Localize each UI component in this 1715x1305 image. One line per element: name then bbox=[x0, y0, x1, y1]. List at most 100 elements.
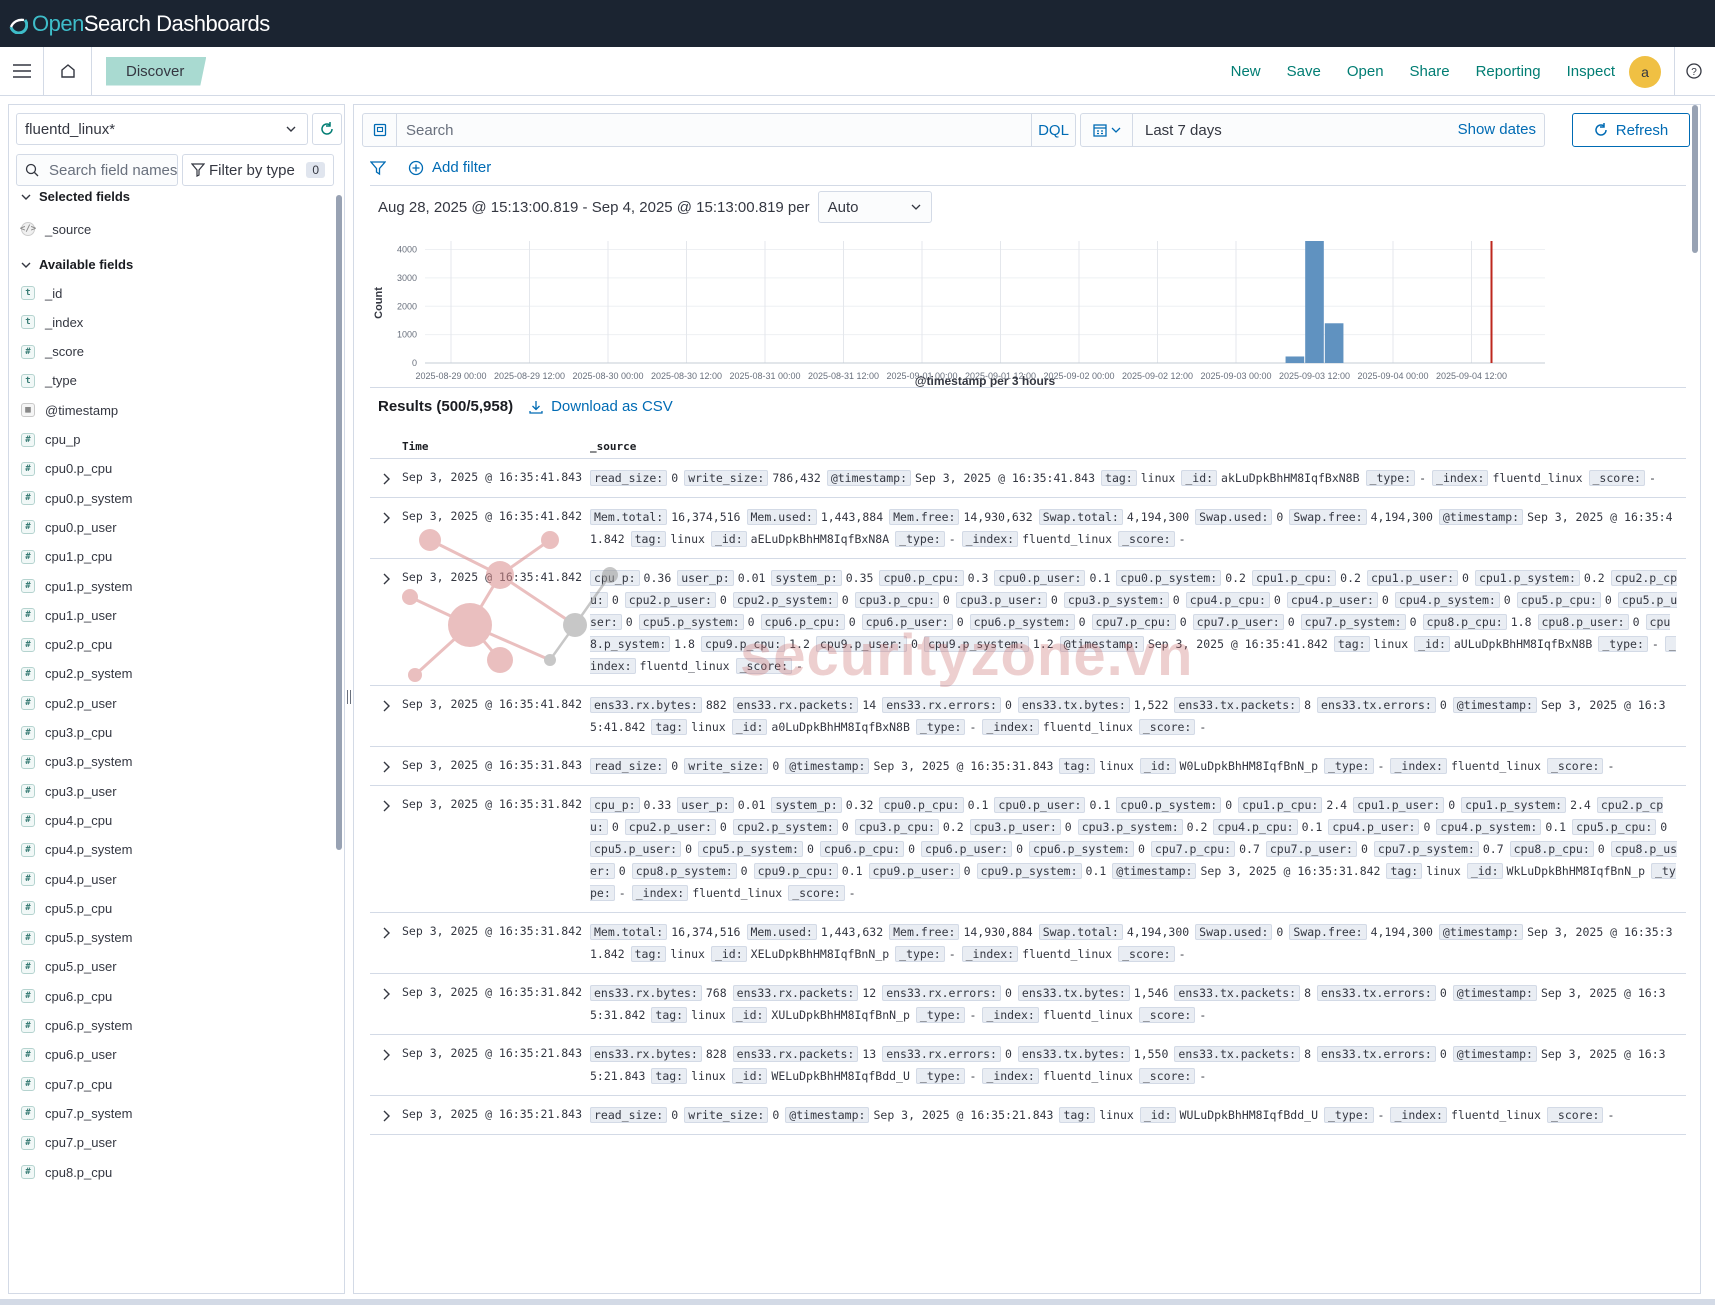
field-item[interactable]: # cpu_p bbox=[21, 429, 80, 451]
user-avatar[interactable]: a bbox=[1629, 56, 1661, 88]
field-item[interactable]: # cpu7.p_cpu bbox=[21, 1073, 112, 1095]
expand-row-icon[interactable] bbox=[378, 986, 394, 1002]
index-pattern-selector[interactable]: fluentd_linux* bbox=[16, 113, 308, 145]
time-range-label[interactable]: Last 7 days bbox=[1145, 122, 1222, 139]
field-item[interactable]: # cpu4.p_user bbox=[21, 868, 117, 890]
quick-select-button[interactable] bbox=[1081, 114, 1133, 146]
app-logo[interactable]: OpenSearch Dashboards bbox=[32, 11, 270, 37]
top-header: OpenSearch Dashboards bbox=[0, 0, 1715, 47]
field-item[interactable]: t _id bbox=[21, 282, 62, 304]
source-field-key: cpu7.p_system: bbox=[1300, 614, 1406, 630]
field-item[interactable]: # cpu0.p_system bbox=[21, 487, 132, 509]
home-button[interactable] bbox=[44, 46, 92, 96]
expand-row-icon[interactable] bbox=[378, 1047, 394, 1063]
source-field-key: cpu3.p_user: bbox=[955, 592, 1047, 608]
download-csv-button[interactable]: Download as CSV bbox=[529, 398, 673, 415]
expand-row-icon[interactable] bbox=[378, 471, 394, 487]
field-item[interactable]: # cpu4.p_cpu bbox=[21, 809, 112, 831]
field-item[interactable]: ▦ @timestamp bbox=[21, 399, 118, 421]
selected-fields-header[interactable]: Selected fields bbox=[21, 189, 130, 204]
table-row[interactable]: Sep 3, 2025 @ 16:35:21.843 read_size: 0 wri… bbox=[370, 1096, 1686, 1135]
main-scrollbar[interactable] bbox=[1692, 105, 1698, 253]
table-row[interactable]: Sep 3, 2025 @ 16:35:31.842 ens33.rx.bytes… bbox=[370, 974, 1686, 1035]
refresh-icon bbox=[321, 122, 333, 135]
table-row[interactable]: Sep 3, 2025 @ 16:35:31.843 read_size: 0 wri… bbox=[370, 747, 1686, 786]
table-row[interactable]: Sep 3, 2025 @ 16:35:41.842 cpu_p: 0.36 user… bbox=[370, 559, 1686, 686]
expand-row-icon[interactable] bbox=[378, 1108, 394, 1124]
source-field-value: fluentd_linux bbox=[1042, 1008, 1133, 1022]
expand-row-icon[interactable] bbox=[378, 510, 394, 526]
interval-select[interactable]: Auto bbox=[817, 191, 932, 223]
field-item[interactable]: # cpu2.p_cpu bbox=[21, 634, 112, 656]
new-link[interactable]: New bbox=[1231, 63, 1261, 80]
expand-row-icon[interactable] bbox=[378, 798, 394, 814]
add-filter-button[interactable]: Add filter bbox=[408, 159, 491, 176]
available-fields-header[interactable]: Available fields bbox=[21, 257, 133, 272]
source-field-value: - bbox=[1377, 1108, 1385, 1122]
expand-row-icon[interactable] bbox=[378, 698, 394, 714]
table-row[interactable]: Sep 3, 2025 @ 16:35:41.842 ens33.rx.bytes… bbox=[370, 686, 1686, 747]
expand-row-icon[interactable] bbox=[378, 759, 394, 775]
source-field-key: _id: bbox=[731, 1068, 768, 1084]
field-item[interactable]: # cpu6.p_system bbox=[21, 1015, 132, 1037]
field-item[interactable]: # cpu2.p_system bbox=[21, 663, 132, 685]
query-language-toggle[interactable]: DQL bbox=[1031, 114, 1075, 146]
field-item[interactable]: # cpu3.p_user bbox=[21, 780, 117, 802]
filter-icon[interactable] bbox=[370, 160, 386, 176]
source-field-key: _score: bbox=[788, 885, 845, 901]
table-row[interactable]: Sep 3, 2025 @ 16:35:31.842 cpu_p: 0.33 user… bbox=[370, 786, 1686, 913]
inspect-link[interactable]: Inspect bbox=[1567, 63, 1615, 80]
selected-field-source[interactable]: </> _source bbox=[20, 218, 91, 240]
field-item[interactable]: # cpu4.p_system bbox=[21, 839, 132, 861]
refresh-index-button[interactable] bbox=[312, 113, 342, 145]
field-item[interactable]: # cpu1.p_cpu bbox=[21, 546, 112, 568]
breadcrumb-discover[interactable]: Discover bbox=[106, 56, 207, 86]
refresh-button[interactable]: Refresh bbox=[1572, 113, 1690, 147]
share-link[interactable]: Share bbox=[1410, 63, 1450, 80]
help-icon[interactable]: ? bbox=[1685, 62, 1703, 80]
field-item[interactable]: # cpu8.p_cpu bbox=[21, 1161, 112, 1183]
field-item[interactable]: # cpu2.p_user bbox=[21, 692, 117, 714]
source-field-key: @timestamp: bbox=[1452, 697, 1537, 713]
filter-by-type-button[interactable]: Filter by type 0 bbox=[182, 154, 334, 186]
field-item[interactable]: # cpu5.p_cpu bbox=[21, 897, 112, 919]
source-field-key: write_size: bbox=[684, 1107, 769, 1123]
column-header-time[interactable]: Time bbox=[402, 440, 429, 453]
save-link[interactable]: Save bbox=[1287, 63, 1321, 80]
field-search-input[interactable]: Search field names bbox=[16, 154, 178, 186]
expand-row-icon[interactable] bbox=[378, 925, 394, 941]
table-row[interactable]: Sep 3, 2025 @ 16:35:21.843 ens33.rx.bytes… bbox=[370, 1035, 1686, 1096]
field-item[interactable]: # cpu0.p_cpu bbox=[21, 458, 112, 480]
sidebar-resize-handle[interactable] bbox=[347, 690, 351, 704]
field-item[interactable]: # cpu1.p_system bbox=[21, 575, 132, 597]
field-item[interactable]: # cpu5.p_user bbox=[21, 956, 117, 978]
show-dates-button[interactable]: Show dates bbox=[1458, 121, 1536, 138]
saved-queries-button[interactable] bbox=[363, 114, 397, 146]
field-item[interactable]: # cpu3.p_cpu bbox=[21, 722, 112, 744]
discover-main: Search DQL Last 7 days Show dates Refres… bbox=[353, 104, 1701, 1294]
field-item[interactable]: # cpu3.p_system bbox=[21, 751, 132, 773]
histogram-chart[interactable]: 0 1000 2000 3000 4000 2025-08-29 00:00 2025-08… bbox=[370, 229, 1686, 389]
sidebar-scrollbar[interactable] bbox=[336, 195, 342, 850]
expand-row-icon[interactable] bbox=[378, 571, 394, 587]
field-item[interactable]: # cpu6.p_user bbox=[21, 1044, 117, 1066]
source-field-value: 0 bbox=[1439, 1047, 1447, 1061]
menu-toggle-button[interactable] bbox=[0, 46, 44, 96]
table-row[interactable]: Sep 3, 2025 @ 16:35:41.842 Mem.total: 16,3… bbox=[370, 498, 1686, 559]
table-row[interactable]: Sep 3, 2025 @ 16:35:31.842 Mem.total: 16,3… bbox=[370, 913, 1686, 974]
field-item[interactable]: # cpu5.p_system bbox=[21, 927, 132, 949]
field-item[interactable]: # cpu7.p_system bbox=[21, 1102, 132, 1124]
field-item[interactable]: t _index bbox=[21, 311, 83, 333]
open-link[interactable]: Open bbox=[1347, 63, 1384, 80]
reporting-link[interactable]: Reporting bbox=[1476, 63, 1541, 80]
number-type-icon: # bbox=[21, 1165, 35, 1179]
table-row[interactable]: Sep 3, 2025 @ 16:35:41.843 read_size: 0 wri… bbox=[370, 459, 1686, 498]
field-item[interactable]: # cpu0.p_user bbox=[21, 516, 117, 538]
field-item[interactable]: # _score bbox=[21, 341, 84, 363]
search-input[interactable]: Search bbox=[406, 122, 454, 139]
column-header-source[interactable]: _source bbox=[590, 440, 636, 453]
field-item[interactable]: t _type bbox=[21, 370, 77, 392]
field-item[interactable]: # cpu7.p_user bbox=[21, 1132, 117, 1154]
field-item[interactable]: # cpu1.p_user bbox=[21, 604, 117, 626]
field-item[interactable]: # cpu6.p_cpu bbox=[21, 985, 112, 1007]
